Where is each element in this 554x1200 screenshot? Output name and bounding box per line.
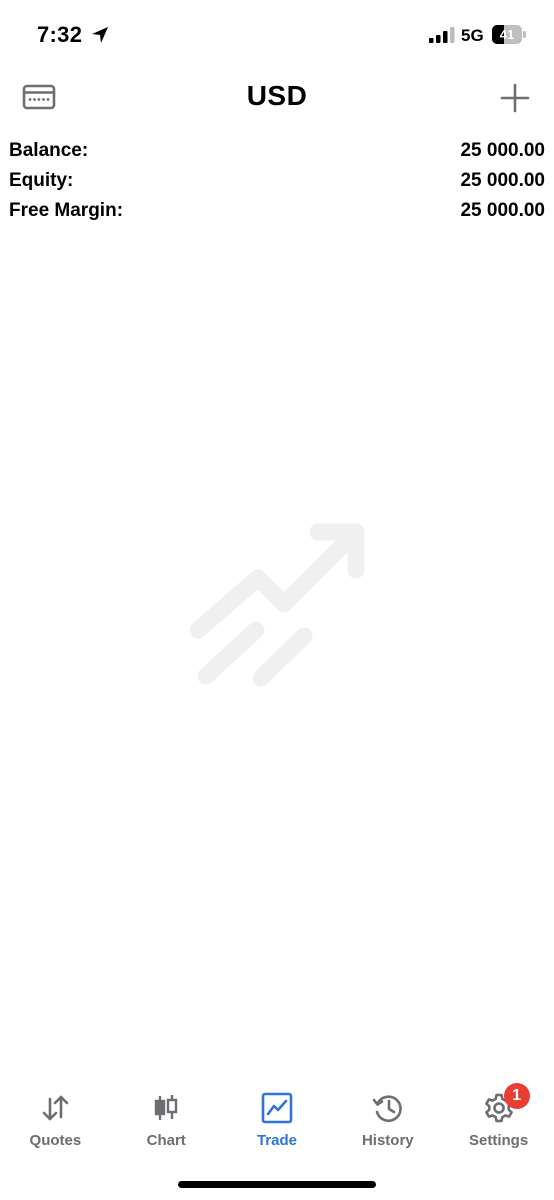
battery-icon: 41 xyxy=(492,25,526,44)
add-button[interactable] xyxy=(497,80,533,116)
header: USD xyxy=(0,70,554,126)
tab-chart-label: Chart xyxy=(146,1132,186,1149)
balance-label: Balance: xyxy=(9,140,89,161)
balance-value: 25 000.00 xyxy=(460,140,545,161)
status-time: 7:32 xyxy=(37,22,83,47)
tab-history-label: History xyxy=(361,1132,414,1149)
settings-badge: 1 xyxy=(503,1083,530,1109)
battery-percent: 41 xyxy=(499,27,515,42)
tab-settings[interactable]: 1 Settings xyxy=(443,1082,554,1162)
tab-chart[interactable]: Chart xyxy=(111,1082,222,1162)
plus-icon xyxy=(500,83,530,113)
settings-icon-wrap: 1 xyxy=(482,1083,530,1125)
account-summary: Balance: 25 000.00 Equity: 25 000.00 Fre… xyxy=(9,136,545,226)
equity-label: Equity: xyxy=(9,170,74,191)
candlestick-icon xyxy=(154,1095,178,1120)
home-indicator xyxy=(178,1181,376,1188)
equity-row: Equity: 25 000.00 xyxy=(9,166,545,196)
tab-quotes[interactable]: Quotes xyxy=(0,1082,111,1162)
tab-settings-label: Settings xyxy=(468,1132,529,1149)
tab-bar: Quotes Chart Trade History 1 Settings xyxy=(0,1082,554,1162)
free-margin-value: 25 000.00 xyxy=(460,200,545,221)
free-margin-label: Free Margin: xyxy=(9,200,124,221)
page-title: USD xyxy=(246,80,308,111)
tab-history[interactable]: History xyxy=(332,1082,443,1162)
tab-trade-label: Trade xyxy=(256,1132,297,1149)
network-type: 5G xyxy=(461,26,484,45)
empty-trade-illustration-icon xyxy=(189,523,365,687)
balance-row: Balance: 25 000.00 xyxy=(9,136,545,166)
trade-chart-icon xyxy=(261,1092,293,1124)
status-bar: 7:32 5G 41 xyxy=(0,0,554,70)
history-clock-icon xyxy=(372,1095,402,1122)
equity-value: 25 000.00 xyxy=(460,170,545,191)
free-margin-row: Free Margin: 25 000.00 xyxy=(9,196,545,226)
tab-quotes-label: Quotes xyxy=(29,1132,82,1149)
cellular-signal-icon xyxy=(429,27,455,43)
quotes-arrows-icon xyxy=(43,1095,69,1121)
location-arrow-icon xyxy=(92,27,108,43)
tab-trade[interactable]: Trade xyxy=(222,1082,333,1162)
